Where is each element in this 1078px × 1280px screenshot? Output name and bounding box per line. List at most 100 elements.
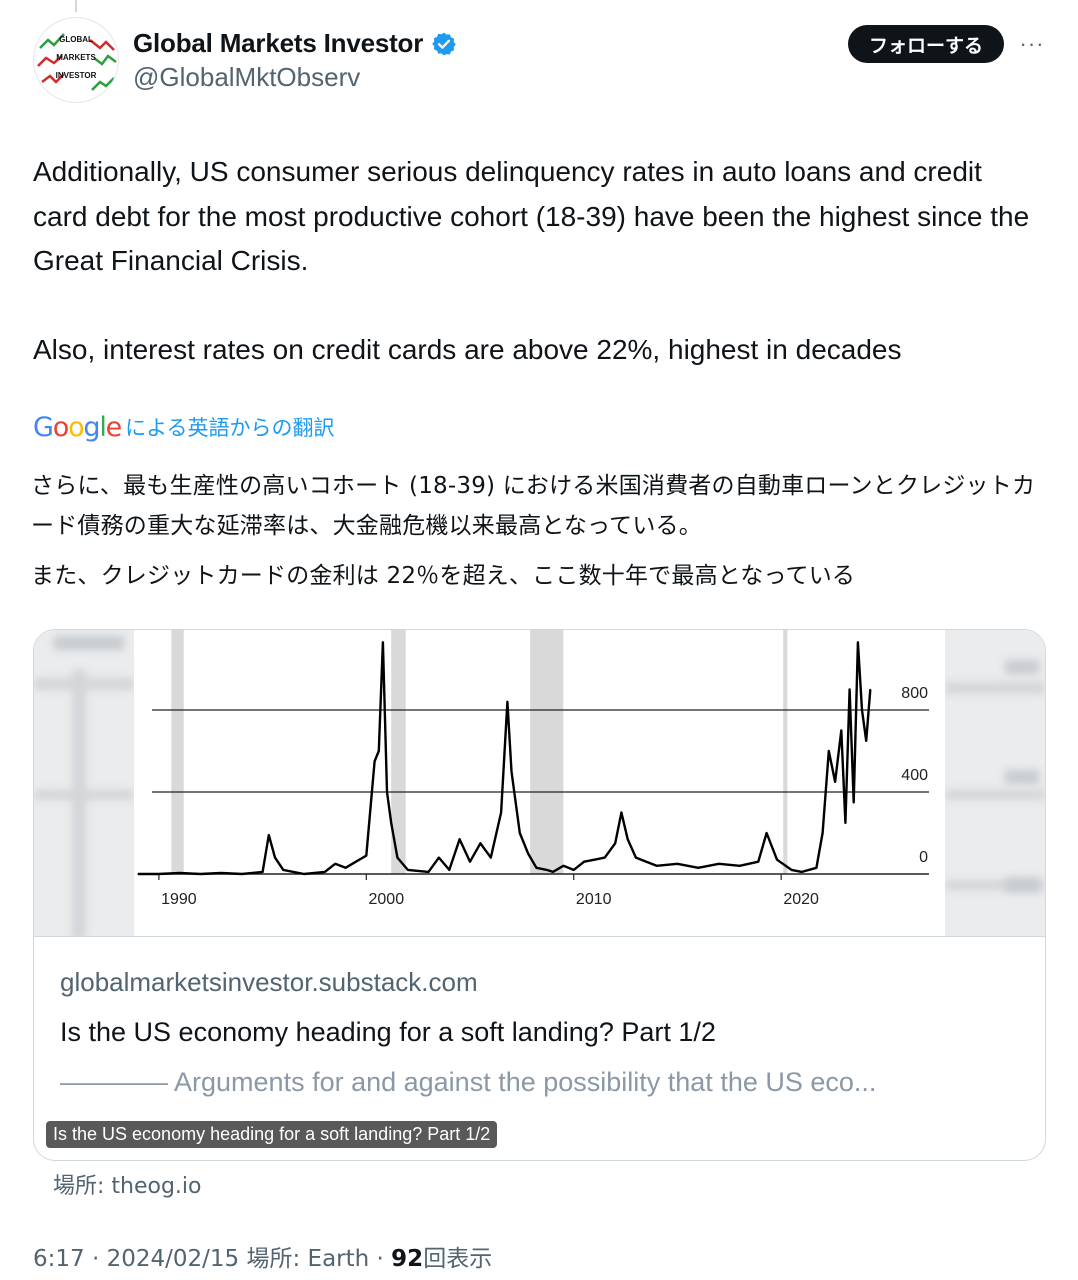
series-point-0-7 — [268, 834, 270, 836]
series-point-0-36 — [545, 869, 548, 871]
x-tick-label-2000: 2000 — [369, 891, 405, 908]
series-point-0-66 — [857, 641, 859, 644]
y-tick-label-0: 0 — [919, 849, 928, 866]
series-point-0-37 — [552, 871, 554, 873]
meta-separator: · — [376, 1246, 392, 1272]
user-handle[interactable]: @GlobalMktObserv — [133, 62, 360, 93]
series-point-0-0 — [137, 873, 139, 875]
blurred-edge-left — [34, 630, 134, 936]
series-point-0-6 — [261, 871, 264, 873]
recession-band-0 — [171, 630, 184, 874]
thread-connector — [75, 0, 77, 12]
recession-band-3 — [783, 630, 788, 874]
series-point-0-12 — [334, 862, 336, 865]
translation-attribution[interactable]: Google による英語からの翻訳 — [33, 409, 334, 445]
avatar-word-1: GLOBAL — [59, 35, 93, 44]
series-point-0-24 — [438, 856, 440, 859]
link-card-body[interactable]: globalmarketsinvestor.substack.com Is th… — [34, 936, 1045, 1160]
series-point-0-9 — [282, 869, 285, 871]
x-tick-label-2010: 2010 — [576, 891, 612, 908]
follow-button[interactable]: フォローする — [848, 25, 1004, 63]
series-point-0-27 — [469, 860, 471, 863]
more-options-icon[interactable]: ··· — [1016, 30, 1048, 58]
blurred-edge-right — [945, 630, 1045, 936]
series-point-0-15 — [365, 854, 368, 857]
series-point-0-23 — [427, 871, 430, 873]
series-point-0-68 — [865, 739, 867, 742]
series-point-0-45 — [626, 838, 629, 840]
series-point-0-43 — [614, 842, 617, 845]
series-point-0-30 — [500, 811, 502, 814]
series-point-0-47 — [645, 860, 648, 863]
link-card-domain[interactable]: globalmarketsinvestor.substack.com — [60, 967, 478, 998]
series-point-0-48 — [655, 865, 658, 867]
series-point-0-38 — [562, 865, 565, 867]
series-point-0-49 — [676, 862, 679, 865]
tweet-paragraph-2: Also, interest rates on credit cards are… — [33, 333, 902, 365]
avatar-logo: GLOBAL MARKETS INVESTOR — [37, 33, 117, 91]
view-count: 92 — [391, 1246, 424, 1272]
series-point-0-52 — [738, 865, 741, 867]
series-point-0-3 — [199, 873, 202, 875]
series-point-0-46 — [635, 856, 637, 859]
card-source[interactable]: 場所: theog.io — [53, 1168, 202, 1200]
link-card[interactable]: 0 400 800 1990 2000 2010 2020 globalmarketsinv… — [33, 629, 1046, 1161]
avatar[interactable]: GLOBAL MARKETS INVESTOR — [33, 17, 119, 103]
series-point-0-5 — [241, 873, 243, 875]
link-card-image[interactable]: 0 400 800 1990 2000 2010 2020 — [34, 630, 1045, 936]
series-point-0-16 — [373, 760, 376, 763]
series-point-0-28 — [479, 842, 482, 845]
y-tick-label-400: 400 — [901, 767, 928, 784]
display-name[interactable]: Global Markets Investor — [133, 28, 457, 59]
google-logo: Google — [33, 411, 122, 443]
meta-separator: · — [91, 1246, 107, 1272]
series-point-0-13 — [344, 867, 347, 869]
tweet-date[interactable]: 2024/02/15 — [107, 1246, 240, 1272]
series-point-0-50 — [697, 867, 699, 869]
series-point-0-34 — [527, 852, 529, 855]
series-point-0-32 — [510, 770, 513, 773]
series-line-0 — [138, 641, 872, 876]
series-point-0-22 — [406, 869, 409, 871]
series-point-0-11 — [324, 871, 326, 873]
link-card-title[interactable]: Is the US economy heading for a soft lan… — [60, 1017, 716, 1048]
y-tick-label-800: 800 — [901, 685, 928, 702]
recession-band-2 — [530, 630, 564, 874]
series-point-0-55 — [776, 858, 778, 861]
display-name-text[interactable]: Global Markets Investor — [133, 28, 423, 59]
series-point-0-8 — [274, 856, 276, 859]
chart-svg: 0 400 800 1990 2000 2010 2020 — [137, 630, 929, 908]
series-point-0-63 — [844, 821, 847, 824]
series-point-0-10 — [303, 873, 305, 875]
series-point-0-56 — [790, 869, 793, 871]
tweet-body: Additionally, US consumer serious delinq… — [33, 150, 1043, 372]
tweet-location: 場所: Earth — [246, 1246, 370, 1272]
tweet-time[interactable]: 6:17 — [33, 1246, 85, 1272]
x-tick-label-2020: 2020 — [783, 891, 819, 908]
series-point-0-40 — [583, 860, 585, 863]
series-point-0-20 — [390, 821, 392, 824]
series-point-0-53 — [757, 860, 760, 863]
translation-label[interactable]: による英語からの翻訳 — [125, 412, 334, 442]
series-point-0-67 — [861, 709, 863, 711]
delinquency-chart: 0 400 800 1990 2000 2010 2020 — [134, 630, 945, 936]
series-point-0-21 — [396, 856, 399, 859]
series-point-0-58 — [815, 867, 818, 869]
series-point-0-35 — [535, 867, 538, 869]
series-point-0-25 — [448, 869, 451, 871]
series-point-0-64 — [848, 688, 851, 691]
series-point-0-42 — [604, 856, 606, 859]
x-tick-label-1990: 1990 — [161, 891, 197, 908]
link-card-overlay-title: Is the US economy heading for a soft lan… — [46, 1121, 498, 1148]
series-point-0-69 — [869, 688, 872, 691]
tweet-paragraph-1: Additionally, US consumer serious delinq… — [33, 156, 1030, 276]
series-point-0-19 — [386, 791, 388, 793]
series-point-0-61 — [834, 780, 836, 783]
avatar-word-2: MARKETS — [56, 53, 96, 62]
series-point-0-2 — [178, 872, 181, 874]
series-point-0-4 — [220, 872, 222, 874]
translated-paragraph-1: さらに、最も生産性の高いコホート (18-39) における米国消費者の自動車ロー… — [31, 473, 1036, 539]
series-point-0-17 — [377, 750, 380, 752]
series-point-0-39 — [572, 869, 575, 871]
series-point-0-65 — [852, 801, 855, 804]
